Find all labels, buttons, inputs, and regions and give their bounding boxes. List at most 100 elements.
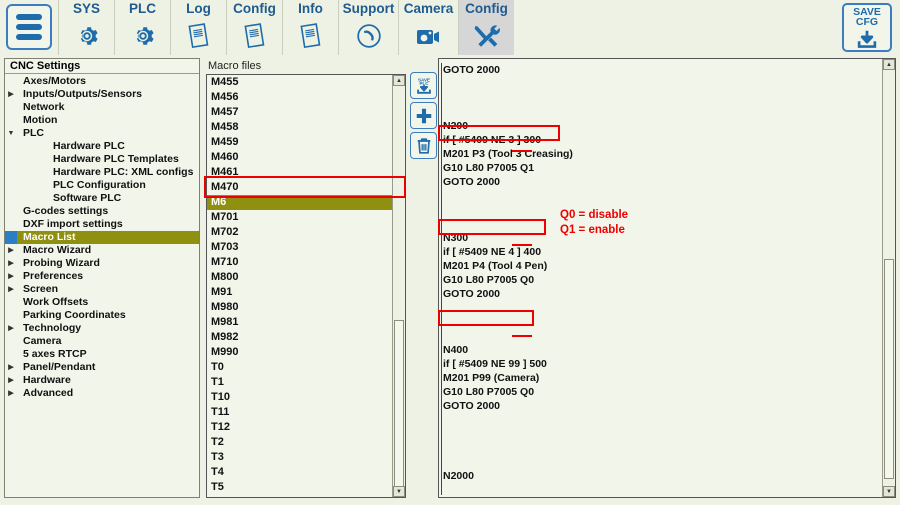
code-line-blank[interactable] bbox=[443, 77, 882, 91]
code-line-blank[interactable] bbox=[443, 315, 882, 329]
scrollbar-thumb[interactable] bbox=[394, 320, 404, 495]
macro-list-item[interactable]: M456 bbox=[207, 90, 392, 105]
sidebar-item-macro-list[interactable]: Macro List bbox=[5, 231, 199, 244]
tab-info[interactable]: Info bbox=[282, 0, 338, 55]
macro-list-item[interactable]: M980 bbox=[207, 300, 392, 315]
code-line[interactable]: G10 L80 P7005 Q0 bbox=[443, 273, 882, 287]
macro-list-item[interactable]: T1 bbox=[207, 375, 392, 390]
code-line[interactable]: M201 P99 (Camera) bbox=[443, 371, 882, 385]
code-line-blank[interactable] bbox=[443, 301, 882, 315]
code-line-blank[interactable] bbox=[443, 483, 882, 497]
macro-list-item[interactable]: M710 bbox=[207, 255, 392, 270]
tab-support[interactable]: Support bbox=[338, 0, 398, 55]
macro-list-item[interactable]: M702 bbox=[207, 225, 392, 240]
sidebar-item-plc[interactable]: ▼PLC bbox=[5, 127, 199, 140]
chevron-right-icon[interactable]: ▶ bbox=[5, 270, 17, 283]
code-line[interactable]: GOTO 2000 bbox=[443, 287, 882, 301]
sidebar-item-camera[interactable]: Camera bbox=[5, 335, 199, 348]
code-line[interactable]: GOTO 2000 bbox=[443, 175, 882, 189]
macro-list-scrollbar[interactable]: ▲ ▼ bbox=[392, 75, 405, 497]
macro-list-item[interactable]: M458 bbox=[207, 120, 392, 135]
sidebar-item-hardware-plc-xml-configs[interactable]: Hardware PLC: XML configs bbox=[5, 166, 199, 179]
sidebar-item-hardware-plc-templates[interactable]: Hardware PLC Templates bbox=[5, 153, 199, 166]
code-line[interactable]: GOTO 2000 bbox=[443, 399, 882, 413]
sidebar-item-network[interactable]: Network bbox=[5, 101, 199, 114]
macro-list-item[interactable]: T0 bbox=[207, 360, 392, 375]
code-line-blank[interactable] bbox=[443, 105, 882, 119]
macro-list-item[interactable]: M6 bbox=[207, 195, 392, 210]
macro-list-item[interactable]: T10 bbox=[207, 390, 392, 405]
sidebar-item-work-offsets[interactable]: Work Offsets bbox=[5, 296, 199, 309]
macro-list-item[interactable]: M982 bbox=[207, 330, 392, 345]
sidebar-item-panel-pendant[interactable]: ▶Panel/Pendant bbox=[5, 361, 199, 374]
sidebar-item-axes-motors[interactable]: Axes/Motors bbox=[5, 75, 199, 88]
sidebar-item-macro-wizard[interactable]: ▶Macro Wizard bbox=[5, 244, 199, 257]
settings-tree[interactable]: Axes/Motors▶Inputs/Outputs/Sensors Netwo… bbox=[5, 74, 199, 400]
macro-list-item[interactable]: M703 bbox=[207, 240, 392, 255]
tab-config-doc[interactable]: Config bbox=[226, 0, 282, 55]
scroll-up-arrow[interactable]: ▲ bbox=[883, 59, 895, 70]
code-line[interactable]: if [ #5409 NE 99 ] 500 bbox=[443, 357, 882, 371]
code-line-blank[interactable] bbox=[443, 217, 882, 231]
code-line[interactable]: M201 P4 (Tool 4 Pen) bbox=[443, 259, 882, 273]
tab-sys[interactable]: SYS bbox=[58, 0, 114, 55]
code-line-blank[interactable] bbox=[443, 203, 882, 217]
macro-list-item[interactable]: M459 bbox=[207, 135, 392, 150]
chevron-right-icon[interactable]: ▶ bbox=[5, 257, 17, 270]
sidebar-item-probing-wizard[interactable]: ▶Probing Wizard bbox=[5, 257, 199, 270]
macro-list-item[interactable]: T4 bbox=[207, 465, 392, 480]
code-line-blank[interactable] bbox=[443, 329, 882, 343]
macro-list-item[interactable]: T12 bbox=[207, 420, 392, 435]
chevron-down-icon[interactable]: ▼ bbox=[5, 127, 17, 140]
chevron-right-icon[interactable]: ▶ bbox=[5, 322, 17, 335]
code-line[interactable]: N300 bbox=[443, 231, 882, 245]
macro-list-item[interactable]: T5 bbox=[207, 480, 392, 495]
sidebar-item-software-plc[interactable]: Software PLC bbox=[5, 192, 199, 205]
macro-list-item[interactable]: M701 bbox=[207, 210, 392, 225]
sidebar-item-g-codes-settings[interactable]: G-codes settings bbox=[5, 205, 199, 218]
add-macro-button[interactable] bbox=[410, 102, 437, 129]
sidebar-item-hardware-plc[interactable]: Hardware PLC bbox=[5, 140, 199, 153]
delete-macro-button[interactable] bbox=[410, 132, 437, 159]
save-cfg-button[interactable]: SAVE CFG bbox=[842, 3, 892, 52]
code-line-blank[interactable] bbox=[443, 441, 882, 455]
sidebar-item-plc-configuration[interactable]: PLC Configuration bbox=[5, 179, 199, 192]
code-line[interactable]: G10 L80 P7005 Q0 bbox=[443, 385, 882, 399]
chevron-right-icon[interactable]: ▶ bbox=[5, 374, 17, 387]
chevron-right-icon[interactable]: ▶ bbox=[5, 88, 17, 101]
macro-list-item[interactable]: M461 bbox=[207, 165, 392, 180]
code-line-blank[interactable] bbox=[443, 427, 882, 441]
code-line[interactable]: N200 bbox=[443, 119, 882, 133]
chevron-right-icon[interactable]: ▶ bbox=[5, 283, 17, 296]
macro-list-item[interactable]: T2 bbox=[207, 435, 392, 450]
code-line-blank[interactable] bbox=[443, 455, 882, 469]
tab-config-tools[interactable]: Config bbox=[458, 0, 514, 55]
sidebar-item-screen[interactable]: ▶Screen bbox=[5, 283, 199, 296]
code-line-blank[interactable] bbox=[443, 189, 882, 203]
macro-code-editor[interactable]: GOTO 2000 N200if [ #5409 NE 3 ] 300M201 … bbox=[438, 58, 896, 498]
macro-list-item[interactable]: T3 bbox=[207, 450, 392, 465]
chevron-right-icon[interactable]: ▶ bbox=[5, 361, 17, 374]
tab-plc[interactable]: PLC bbox=[114, 0, 170, 55]
code-line-blank[interactable] bbox=[443, 91, 882, 105]
code-line[interactable]: N2000 bbox=[443, 469, 882, 483]
scroll-down-arrow[interactable]: ▼ bbox=[883, 486, 895, 497]
code-line[interactable]: N400 bbox=[443, 343, 882, 357]
macro-list-item[interactable]: M990 bbox=[207, 345, 392, 360]
editor-code-lines[interactable]: GOTO 2000 N200if [ #5409 NE 3 ] 300M201 … bbox=[439, 59, 882, 498]
macro-list-items[interactable]: M455M456M457M458M459M460M461M470M6M701M7… bbox=[207, 75, 392, 498]
code-line[interactable]: GOTO 2000 bbox=[443, 63, 882, 77]
macro-list-item[interactable]: M981 bbox=[207, 315, 392, 330]
code-line[interactable]: M201 P3 (Tool 3 Creasing) bbox=[443, 147, 882, 161]
chevron-right-icon[interactable]: ▶ bbox=[5, 244, 17, 257]
macro-list-item[interactable]: M457 bbox=[207, 105, 392, 120]
macro-files-list[interactable]: M455M456M457M458M459M460M461M470M6M701M7… bbox=[206, 74, 406, 498]
editor-scrollbar[interactable]: ▲ ▼ bbox=[882, 59, 895, 497]
sidebar-item-technology[interactable]: ▶Technology bbox=[5, 322, 199, 335]
macro-list-item[interactable]: M460 bbox=[207, 150, 392, 165]
code-line[interactable]: if [ #5409 NE 4 ] 400 bbox=[443, 245, 882, 259]
macro-list-item[interactable]: M470 bbox=[207, 180, 392, 195]
sidebar-item-dxf-import-settings[interactable]: DXF import settings bbox=[5, 218, 199, 231]
scrollbar-thumb[interactable] bbox=[884, 259, 894, 479]
macro-list-item[interactable]: M800 bbox=[207, 270, 392, 285]
